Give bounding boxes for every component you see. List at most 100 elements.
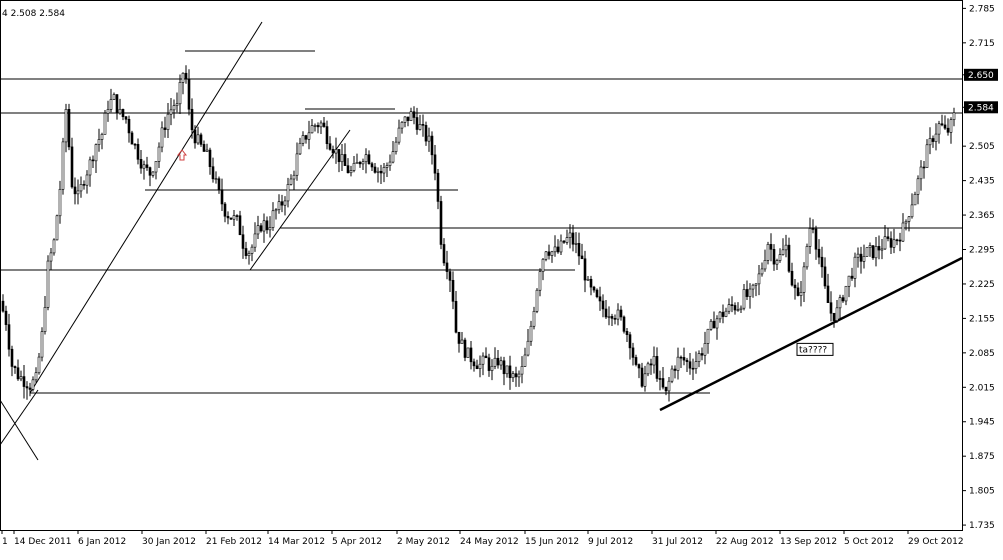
candle-body [841,297,845,302]
y-tick-label: 2.365 [969,211,995,221]
candle-body [448,271,452,281]
candle-body [364,154,368,163]
candle-body [361,161,365,165]
candle-body [862,256,866,262]
candle-body [490,365,494,371]
candle-body [289,178,293,185]
candle-body [178,82,182,105]
price-chart[interactable]: 4 2.508 2.584 ta???? 2.785 2.715 2.650 2.58… [0,0,1003,556]
candle-body [478,363,482,370]
annotations: ta???? [796,342,834,356]
candle-body [223,203,227,217]
candle-body [571,232,575,245]
candle-body [28,387,32,390]
x-tick-label: 31 Jul 2012 [652,537,703,547]
candle-body [94,144,98,162]
candle-body [430,135,434,156]
candle-body [562,240,566,243]
candle-body [838,297,842,309]
candle-body [853,256,857,279]
candle-body [445,262,449,272]
x-tick-label: 5 Oct 2012 [844,537,894,547]
candle-body [691,367,695,370]
candle-body [1,300,5,312]
candle-body [796,287,800,296]
candle-body [37,356,41,374]
candle-body [229,217,233,220]
candle-body [700,353,704,356]
candle-body [367,154,371,165]
candle-body [523,354,527,367]
candle-body [808,228,812,247]
candle-body [922,166,926,169]
candle-body [724,310,728,317]
candle-body [19,376,23,380]
candle-body [577,243,581,257]
candle-body [421,124,425,126]
candle-body [373,166,377,173]
candle-body [346,165,350,174]
candle-body [286,184,290,202]
candle-body [685,359,689,363]
candle-body [487,357,491,371]
candle-body [814,228,818,250]
candle-body [757,273,761,285]
candle-body [247,253,251,256]
candle-body [112,94,116,100]
candle-body [679,356,683,359]
candle-body [427,135,431,142]
candle-body [190,108,194,131]
candle-body [598,296,602,302]
candle-body [175,103,179,106]
x-tick-label: 1 [2,537,8,547]
candle-body [64,109,68,143]
candle-body [511,373,515,379]
candle-body [163,127,167,130]
candle-body [292,174,296,180]
candle-body [538,271,542,291]
chart-canvas[interactable]: 4 2.508 2.584 ta???? 2.785 2.715 2.650 2.58… [0,0,1003,556]
x-tick-label: 6 Jan 2012 [78,537,126,547]
candle-body [403,116,407,123]
candle-body [160,127,164,148]
candle-body [934,133,938,142]
candle-body [469,347,473,363]
candle-body [202,144,206,152]
candle-body [4,310,8,325]
candle-body [901,222,905,242]
candle-body [769,244,773,250]
candle-body [409,111,413,121]
candle-body [250,246,254,254]
candle-body [148,167,152,176]
candle-body [424,125,428,142]
candle-body [847,275,851,287]
candle-body [22,376,26,387]
candle-body [859,253,863,262]
candle-body [802,266,806,293]
candle-body [604,308,608,318]
candle-body [871,245,875,259]
candle-body [277,201,281,210]
candle-body [868,245,872,248]
candle-body [451,279,455,302]
candle-body [661,378,665,388]
candle-body [610,316,614,319]
candle-body [940,123,944,126]
candle-body [697,353,701,362]
candle-body [43,307,47,332]
candle-body [52,239,56,254]
candle-body [220,189,224,205]
candle-body [79,184,83,192]
candle-body [535,289,539,312]
candle-body [349,170,353,174]
candle-body [826,285,830,303]
candle-body [811,228,815,230]
candle-body [34,372,38,381]
candle-body [835,307,839,321]
candle-body [832,312,836,321]
candle-body [301,135,305,144]
candle-body [121,108,125,118]
candle-body [820,256,824,268]
candle-body [865,247,869,257]
y-tick-label: 2.295 [969,246,995,256]
